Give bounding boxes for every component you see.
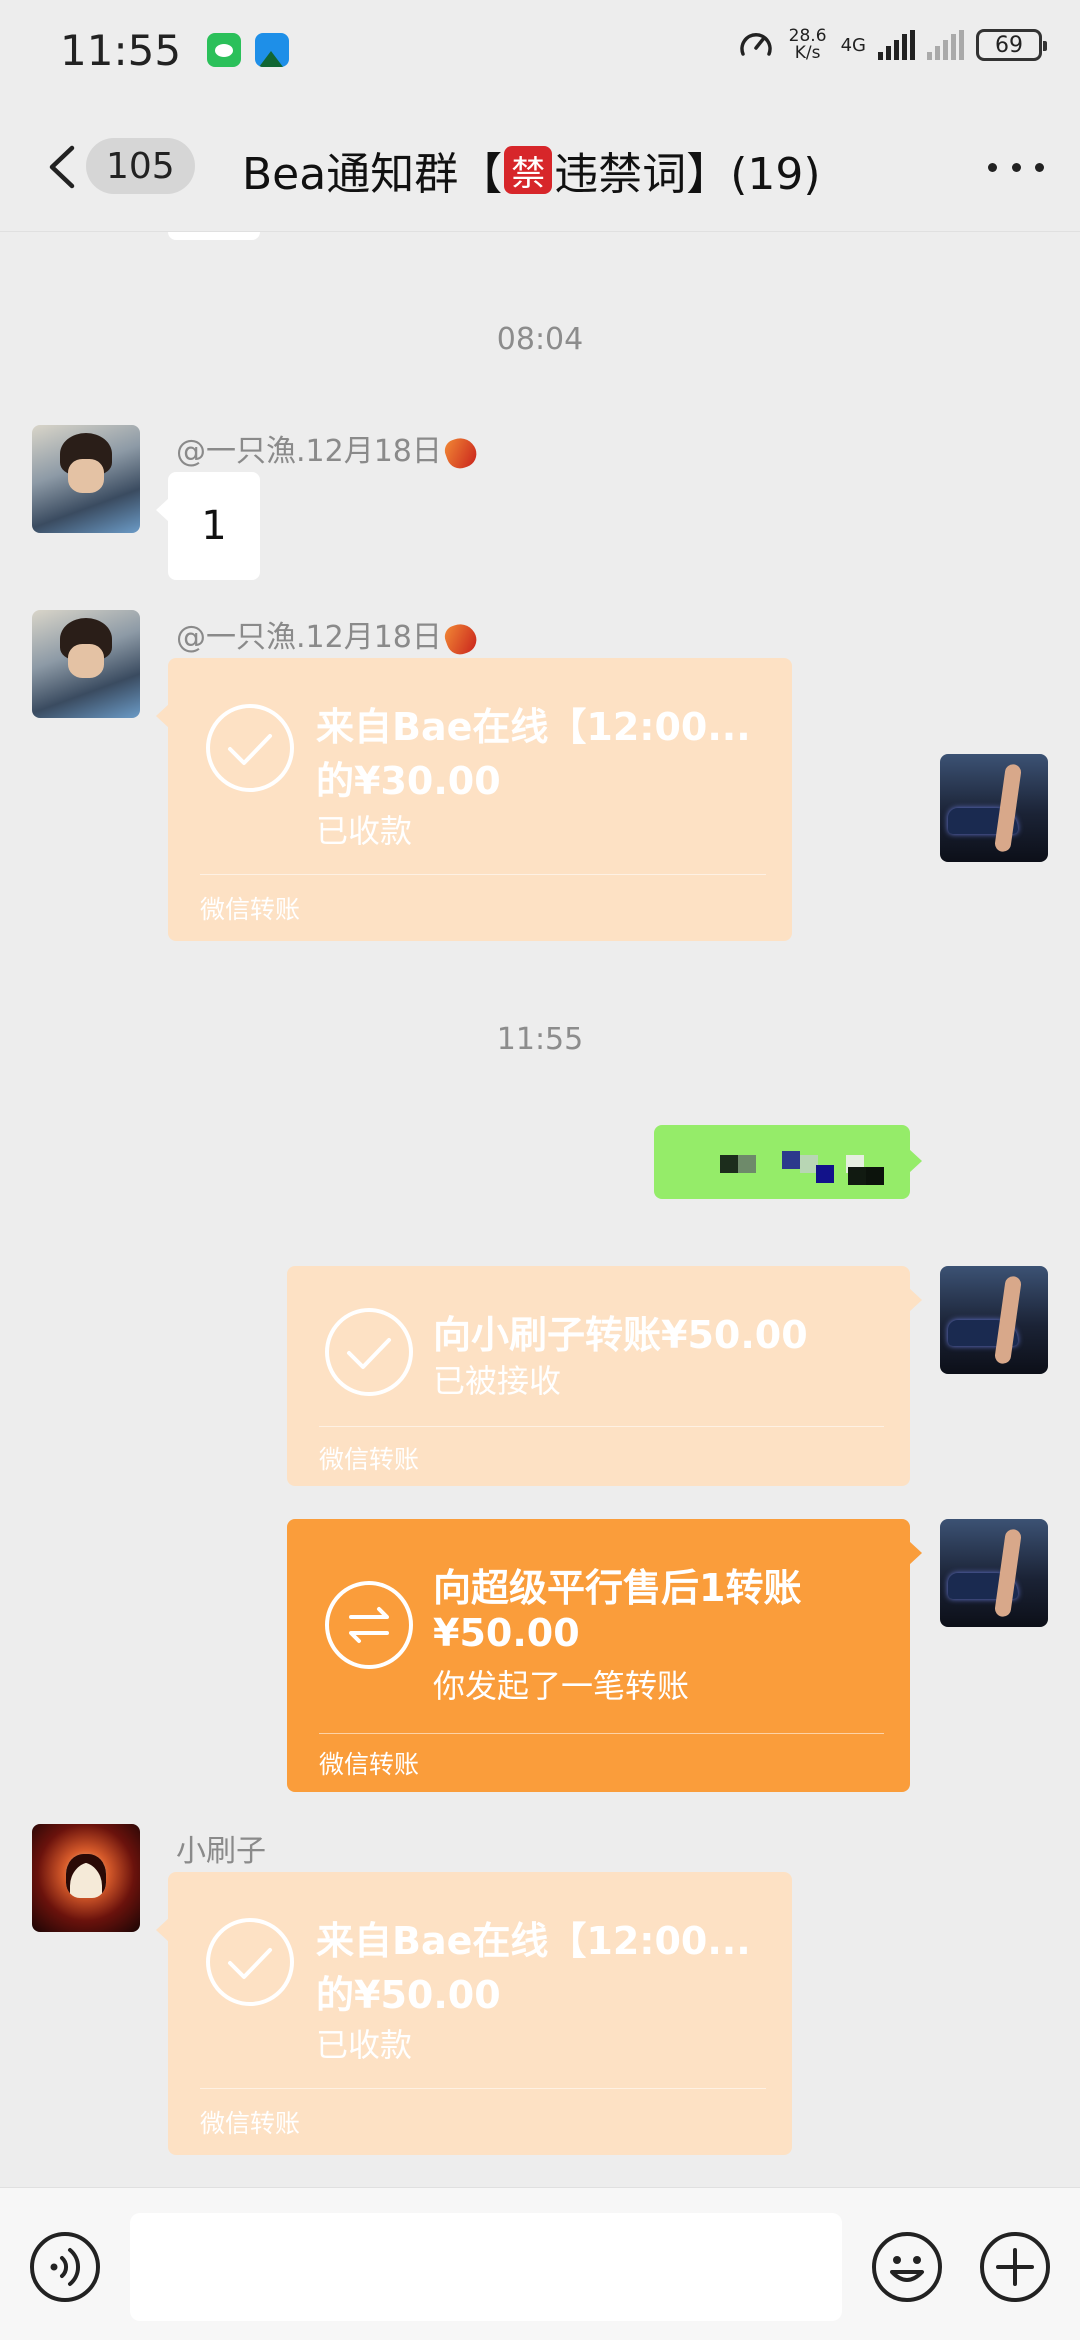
- sender-avatar[interactable]: [32, 1824, 140, 1932]
- sender-name: @一只漁.12月18日: [176, 426, 481, 472]
- mosaic-pixel: [866, 1167, 884, 1185]
- transfer-card-received[interactable]: 来自Bae在线【12:00... 的¥30.00 已收款 微信转账: [156, 658, 792, 941]
- speedometer-icon: [739, 33, 772, 56]
- transfer-card-received[interactable]: 来自Bae在线【12:00... 的¥50.00 已收款 微信转账: [156, 1872, 792, 2155]
- check-circle-icon: [206, 704, 294, 792]
- unread-count-badge[interactable]: 105: [86, 138, 195, 194]
- chat-header: 105 Bea通知群【 禁 违禁词】(19): [0, 100, 1080, 232]
- transfer-footer: 微信转账: [319, 1750, 420, 1779]
- status-indicators: 28.6 K/s 4G 69: [737, 26, 1047, 64]
- more-dots-icon[interactable]: [988, 152, 1044, 182]
- transfer-footer: 微信转账: [319, 1445, 420, 1474]
- sender-name-text: @一只漁.12月18日: [176, 434, 442, 469]
- transfer-divider: [319, 1426, 884, 1427]
- chat-title-suffix: 违禁词】(19): [554, 149, 821, 200]
- transfer-status: 你发起了一笔转账: [433, 1667, 690, 1705]
- mosaic-pixel: [782, 1151, 800, 1169]
- own-avatar[interactable]: [940, 1519, 1048, 1627]
- transfer-title-line1: 来自Bae在线【12:00...: [316, 1919, 751, 1963]
- mosaic-pixel: [816, 1165, 834, 1183]
- emoji-icon[interactable]: [870, 2230, 944, 2304]
- battery-icon: 69: [976, 29, 1047, 61]
- sender-avatar[interactable]: [32, 425, 140, 533]
- signal-strength-secondary-icon: [927, 30, 964, 60]
- sender-name: @一只漁.12月18日: [176, 612, 481, 658]
- sender-avatar[interactable]: [32, 610, 140, 718]
- network-speed-unit: K/s: [794, 43, 821, 63]
- transfer-title-line1: 来自Bae在线【12:00...: [316, 705, 751, 749]
- transfer-amount: 的¥50.00: [316, 1973, 501, 2017]
- transfer-card-pending[interactable]: 向超级平行售后1转账 ¥50.00 你发起了一笔转账 微信转账: [287, 1519, 922, 1792]
- text-message-bubble[interactable]: 1: [156, 472, 260, 580]
- signal-strength-icon: [878, 30, 915, 60]
- plus-icon[interactable]: [978, 2230, 1052, 2304]
- transfer-divider: [200, 2088, 766, 2089]
- sweet-potato-emoji-icon: [441, 619, 481, 658]
- chevron-left-icon[interactable]: [42, 142, 82, 192]
- transfer-divider: [319, 1733, 884, 1734]
- transfer-status: 已收款: [316, 812, 413, 850]
- transfer-card-accepted[interactable]: 向小刷子转账¥50.00 已被接收 微信转账: [287, 1266, 922, 1486]
- transfer-title: 向小刷子转账¥50.00: [433, 1313, 808, 1357]
- status-bar: 11:55 28.6 K/s 4G 69: [0, 0, 1080, 100]
- transfer-divider: [200, 874, 766, 875]
- transfer-amount: 的¥30.00: [316, 759, 501, 803]
- mosaic-pixel: [848, 1167, 866, 1185]
- sweet-potato-emoji-icon: [441, 433, 481, 472]
- network-type: 4G: [840, 34, 866, 56]
- ban-badge: 禁: [504, 146, 553, 194]
- message-text: 1: [201, 503, 227, 549]
- chat-title: Bea通知群【 禁 违禁词】(19): [242, 138, 821, 202]
- check-circle-icon: [325, 1308, 413, 1396]
- previous-message-bubble: [168, 232, 260, 240]
- transfer-title-line1: 向超级平行售后1转账: [433, 1566, 802, 1610]
- transfer-arrows-icon: [325, 1581, 413, 1669]
- chat-title-prefix: Bea通知群【: [242, 149, 503, 200]
- message-input[interactable]: [130, 2213, 842, 2321]
- app-notification-icon: [255, 33, 290, 67]
- transfer-status: 已被接收: [433, 1362, 562, 1400]
- mosaic-pixel: [738, 1155, 756, 1173]
- sender-name: 小刷子: [176, 1834, 266, 1869]
- transfer-amount: ¥50.00: [433, 1611, 580, 1655]
- transfer-footer: 微信转账: [200, 2109, 301, 2138]
- voice-icon[interactable]: [28, 2230, 102, 2304]
- network-speed: 28.6 K/s: [787, 28, 829, 62]
- battery-level: 69: [995, 32, 1023, 58]
- own-text-message-bubble[interactable]: [654, 1125, 922, 1199]
- wechat-notification-icon: [207, 33, 242, 67]
- input-bar: [0, 2187, 1080, 2340]
- sender-name-text: @一只漁.12月18日: [176, 620, 442, 655]
- time-separator: 08:04: [496, 322, 584, 357]
- time-separator: 11:55: [496, 1022, 584, 1057]
- own-avatar[interactable]: [940, 754, 1048, 862]
- check-circle-icon: [206, 1918, 294, 2006]
- mosaic-pixel: [720, 1155, 738, 1173]
- transfer-status: 已收款: [316, 2026, 413, 2064]
- own-avatar[interactable]: [940, 1266, 1048, 1374]
- transfer-footer: 微信转账: [200, 895, 301, 924]
- message-list[interactable]: 08:04 @一只漁.12月18日 1 @一只漁.12月18日 来自Bae在线【…: [0, 232, 1080, 2187]
- status-time: 11:55: [60, 25, 182, 75]
